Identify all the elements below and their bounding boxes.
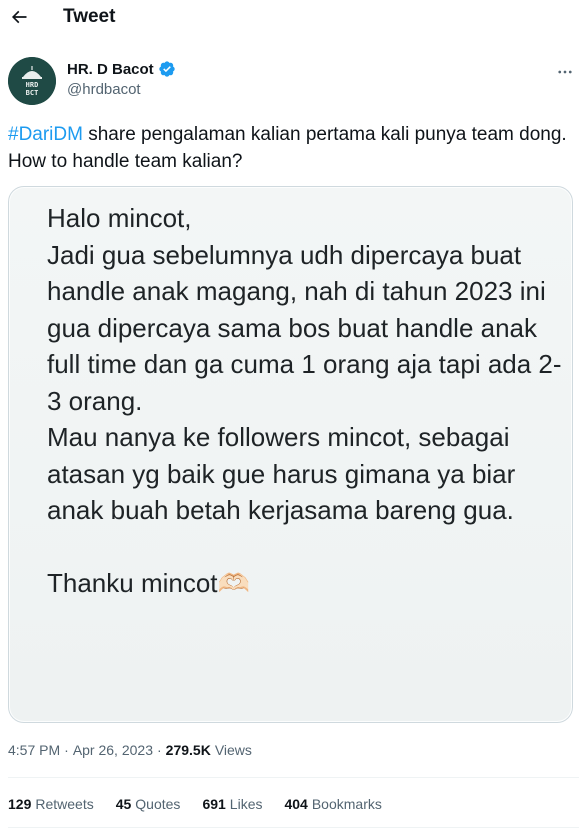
divider-bottom	[8, 827, 579, 828]
more-options-button[interactable]	[553, 60, 577, 84]
verified-badge-icon	[159, 61, 175, 77]
avatar-text-bottom: BCT	[26, 89, 39, 97]
tweet-meta: 4:57 PM · Apr 26, 2023 · 279.5K Views	[8, 742, 252, 758]
likes-count: 691	[202, 796, 226, 812]
retweets-stat[interactable]: 129 Retweets	[8, 796, 94, 812]
bookmarks-stat[interactable]: 404 Bookmarks	[284, 796, 381, 812]
views-count: 279.5K	[165, 742, 211, 758]
quotes-stat[interactable]: 45 Quotes	[116, 796, 181, 812]
author-handle[interactable]: @hrdbacot	[67, 81, 141, 98]
meta-separator-2: ·	[156, 742, 162, 758]
views-label: Views	[214, 742, 252, 758]
image-message-text: Halo mincot, Jadi gua sebelumnya udh dip…	[47, 203, 562, 598]
more-dots-icon	[558, 70, 572, 74]
divider	[8, 777, 579, 778]
tweet-body: share pengalaman kalian pertama kali pun…	[8, 124, 567, 172]
avatar-text-top: HRD	[26, 81, 39, 89]
page-title: Tweet	[63, 6, 116, 27]
engagement-stats: 129 Retweets 45 Quotes 691 Likes 404 Boo…	[8, 796, 382, 812]
tweet-time[interactable]: 4:57 PM	[8, 742, 60, 758]
meta-separator: ·	[64, 742, 69, 758]
bookmarks-label: Bookmarks	[311, 796, 382, 812]
avatar[interactable]: HRD BCT	[8, 57, 56, 105]
retweets-label: Retweets	[35, 796, 94, 812]
retweets-count: 129	[8, 796, 32, 812]
author-name-text: HR. D Bacot	[67, 60, 154, 78]
quotes-label: Quotes	[135, 796, 181, 812]
likes-label: Likes	[229, 796, 263, 812]
likes-stat[interactable]: 691 Likes	[202, 796, 262, 812]
tweet-text: #DariDM share pengalaman kalian pertama …	[8, 121, 568, 175]
author-name[interactable]: HR. D Bacot	[67, 60, 176, 78]
quotes-count: 45	[115, 796, 132, 812]
tweet-image[interactable]: Halo mincot, Jadi gua sebelumnya udh dip…	[8, 186, 573, 723]
arrow-left-icon	[11, 10, 27, 24]
image-background: Halo mincot, Jadi gua sebelumnya udh dip…	[10, 188, 571, 721]
avatar-logo-icon: HRD BCT	[8, 57, 56, 105]
tweet-date[interactable]: Apr 26, 2023	[73, 742, 153, 758]
bookmarks-count: 404	[284, 796, 308, 812]
top-bar: Tweet	[0, 0, 587, 36]
hashtag-link[interactable]: #DariDM	[8, 124, 83, 145]
tweet-author: HRD BCT HR. D Bacot @hrdbacot	[0, 52, 587, 112]
back-button[interactable]	[4, 2, 34, 32]
